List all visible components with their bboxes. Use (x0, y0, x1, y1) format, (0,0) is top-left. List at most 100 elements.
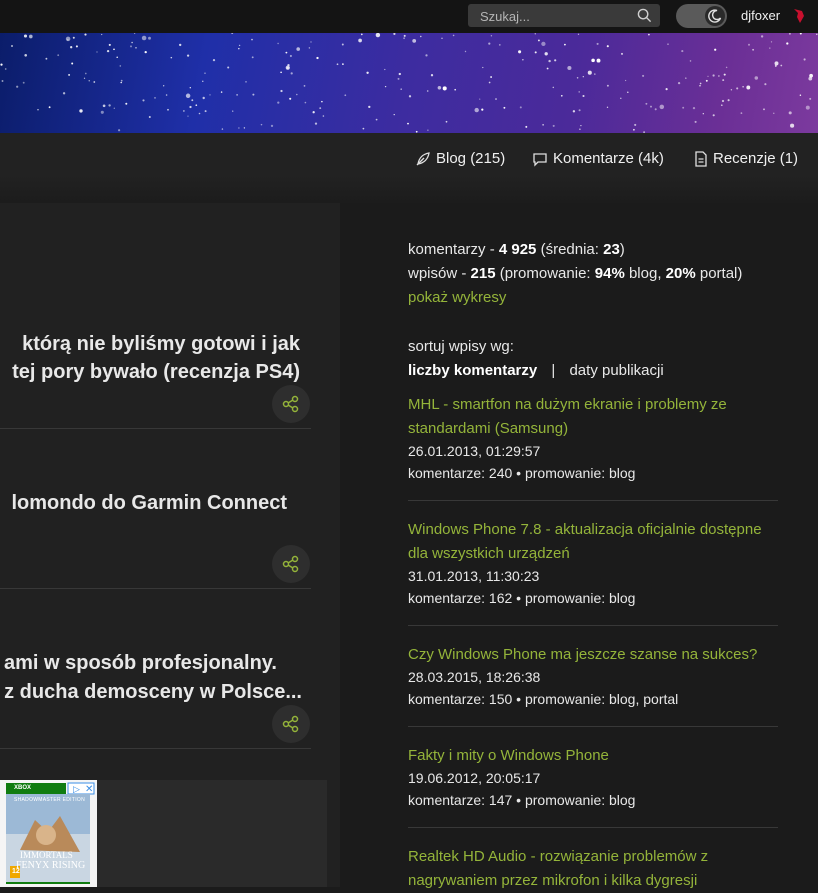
comments-stat: komentarzy - 4 925 (średnia: 23) (408, 241, 625, 258)
star (24, 54, 28, 57)
star (108, 104, 111, 107)
star (488, 81, 491, 84)
star (125, 102, 128, 105)
entry-title-link[interactable]: Fakty i mity o Windows Phone (408, 744, 778, 768)
star (718, 75, 720, 77)
star (130, 45, 132, 48)
entry-divider (408, 625, 778, 626)
star (22, 81, 25, 84)
posts-stat-label: wpisów - (408, 265, 471, 282)
star (720, 104, 723, 107)
search-icon[interactable] (637, 8, 652, 23)
star (763, 108, 765, 111)
share-button[interactable] (272, 385, 310, 423)
star (362, 127, 365, 130)
star (195, 104, 198, 107)
star (725, 66, 728, 69)
promo-blog-value: 94% (594, 265, 625, 282)
entry-title-link[interactable]: Czy Windows Phone ma jeszcze szanse na s… (408, 643, 778, 667)
star (482, 66, 484, 69)
entry-title-link[interactable]: Realtek HD Audio - rozwiązanie problemów… (408, 845, 778, 893)
star (582, 94, 585, 98)
star (809, 97, 812, 100)
star (84, 33, 87, 36)
game-ad[interactable]: ▷ ✕ XBOX SHADOWMASTER EDITION IMMORTALS … (0, 780, 97, 887)
star (397, 77, 400, 80)
user-badge-icon[interactable] (793, 8, 805, 24)
star (408, 95, 412, 98)
star (185, 93, 191, 99)
post-title-1-line1[interactable]: którą nie byliśmy gotowi i jak (22, 333, 300, 356)
star (285, 51, 288, 54)
star (554, 59, 557, 62)
post-title-1-line2[interactable]: tej pory bywało (recenzja PS4) (12, 361, 300, 384)
star (552, 86, 555, 89)
star (627, 91, 629, 94)
nav-comments[interactable]: Komentarze (4k) (532, 150, 664, 167)
star (519, 106, 522, 109)
entry-divider (408, 500, 778, 501)
document-icon (695, 150, 707, 167)
star (238, 47, 240, 50)
entry-meta: komentarze: 150 • promowanie: blog, port… (408, 691, 679, 707)
post-title-2-line1[interactable]: lomondo do Garmin Connect (11, 492, 287, 515)
ad-age-rating: 12 (12, 868, 20, 875)
star (534, 51, 537, 54)
ad-game-title-1: IMMORTALS (20, 850, 73, 860)
star (187, 115, 189, 117)
star (88, 80, 90, 82)
star (685, 77, 687, 79)
star (426, 90, 429, 92)
star (209, 94, 211, 96)
search-box[interactable] (468, 4, 660, 27)
entry-title-link[interactable]: MHL - smartfon na dużym ekranie i proble… (408, 393, 778, 441)
star (803, 58, 806, 61)
entry-title-link[interactable]: Windows Phone 7.8 - aktualizacja oficjal… (408, 518, 778, 566)
share-button[interactable] (272, 705, 310, 743)
star (310, 41, 312, 43)
svg-text:▷: ▷ (73, 784, 80, 794)
dark-mode-toggle[interactable] (676, 4, 727, 28)
star (430, 74, 434, 77)
star (790, 123, 795, 128)
star (290, 72, 293, 75)
sort-by-comments[interactable]: liczby komentarzy (408, 362, 537, 379)
star (375, 118, 378, 121)
star (548, 59, 551, 63)
star (488, 42, 491, 45)
star (204, 72, 206, 74)
star (403, 37, 405, 40)
star (723, 73, 726, 76)
star (582, 76, 584, 78)
star (694, 120, 697, 123)
star (645, 102, 648, 105)
star (642, 74, 645, 77)
show-charts-link[interactable]: pokaż wykresy (408, 289, 506, 306)
nav-blog[interactable]: Blog (215) (415, 150, 505, 167)
star (634, 123, 637, 126)
star (503, 106, 506, 109)
star (360, 33, 363, 36)
post-title-3-line1[interactable]: ami w sposób profesjonalny. (4, 652, 277, 675)
star (238, 127, 240, 129)
search-input[interactable] (478, 7, 632, 26)
star (740, 112, 743, 114)
star (427, 129, 429, 131)
star (366, 71, 369, 74)
star (65, 36, 71, 42)
posts-count: 215 (470, 265, 496, 282)
star (748, 43, 750, 46)
sort-by-date[interactable]: daty publikacji (569, 362, 663, 379)
star (665, 88, 668, 91)
star (770, 41, 773, 43)
username-link[interactable]: djfoxer (741, 8, 780, 23)
share-button[interactable] (272, 545, 310, 583)
star (316, 56, 319, 60)
star (236, 94, 238, 96)
star (84, 72, 87, 75)
star (202, 80, 204, 82)
post-title-3-line2[interactable]: z ducha demosceny w Polsce... (4, 681, 302, 704)
star (490, 76, 493, 78)
nav-reviews[interactable]: Recenzje (1) (694, 150, 798, 167)
star (534, 33, 537, 35)
